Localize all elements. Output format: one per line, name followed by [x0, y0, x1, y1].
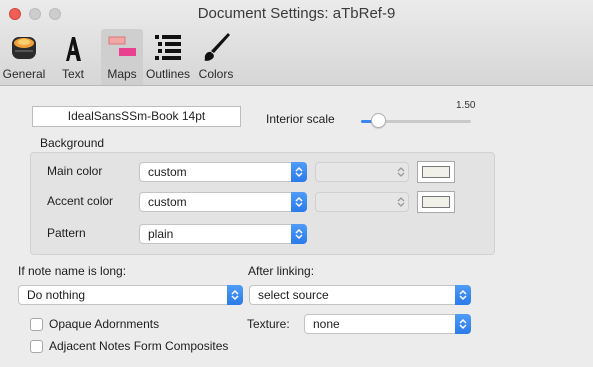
opaque-adornments-checkbox[interactable] — [30, 318, 43, 331]
accent-color-swatch[interactable] — [417, 191, 455, 213]
map-font-button[interactable]: IdealSansSSm-Book 14pt — [32, 106, 241, 127]
chevron-updown-icon — [227, 285, 243, 305]
chevron-updown-icon — [455, 314, 471, 334]
long-name-popup-value: Do nothing — [27, 288, 86, 302]
outlines-icon — [155, 35, 181, 60]
long-name-popup[interactable]: Do nothing — [18, 285, 243, 305]
colors-icon — [204, 33, 230, 61]
interior-scale-value: 1.50 — [456, 100, 476, 111]
chevron-updown-icon — [291, 224, 307, 244]
accent-color-label: Accent color — [47, 194, 114, 208]
adjacent-notes-label: Adjacent Notes Form Composites — [49, 339, 229, 353]
texture-popup[interactable]: none — [304, 314, 471, 334]
tab-maps[interactable]: Maps — [101, 29, 143, 85]
tab-text[interactable]: Text — [46, 29, 100, 85]
tab-outlines[interactable]: Outlines — [144, 29, 192, 85]
title-bar: Document Settings: aTbRef-9 General Text… — [0, 0, 593, 86]
window-title: Document Settings: aTbRef-9 — [197, 5, 396, 22]
pattern-label: Pattern — [47, 226, 86, 240]
interior-scale-label: Interior scale — [266, 112, 335, 126]
after-linking-label: After linking: — [248, 264, 315, 278]
tab-maps-label: Maps — [107, 67, 137, 81]
texture-popup-value: none — [313, 317, 340, 331]
tab-colors-label: Colors — [198, 67, 234, 81]
chevron-updown-icon — [455, 285, 471, 305]
accent-color-secondary-popup — [315, 192, 409, 212]
tab-colors[interactable]: Colors — [194, 29, 238, 85]
texture-label: Texture: — [247, 317, 290, 331]
tab-text-label: Text — [61, 67, 84, 81]
main-color-label: Main color — [47, 164, 103, 178]
accent-color-popup-value: custom — [148, 195, 187, 209]
opaque-adornments-label: Opaque Adornments — [49, 317, 160, 331]
chevron-updown-icon — [393, 162, 409, 182]
after-linking-popup[interactable]: select source — [249, 285, 471, 305]
chevron-updown-icon — [393, 192, 409, 212]
interior-scale-knob[interactable] — [370, 113, 386, 128]
main-color-secondary-popup — [315, 162, 409, 182]
accent-color-popup[interactable]: custom — [139, 192, 307, 212]
main-color-popup[interactable]: custom — [139, 162, 307, 182]
chevron-updown-icon — [291, 162, 307, 182]
long-name-label: If note name is long: — [18, 264, 127, 278]
after-linking-popup-value: select source — [258, 288, 329, 302]
main-color-swatch[interactable] — [417, 161, 455, 183]
text-icon — [66, 37, 81, 61]
tab-outlines-label: Outlines — [145, 67, 191, 81]
adjacent-notes-checkbox[interactable] — [30, 340, 43, 353]
tab-general[interactable]: General — [2, 29, 46, 85]
pattern-popup-value: plain — [148, 227, 174, 241]
tab-general-label: General — [2, 67, 46, 81]
pattern-popup[interactable]: plain — [139, 224, 307, 244]
maps-settings-panel: IdealSansSSm-Book 14pt Interior scale 1.… — [18, 96, 575, 366]
background-group-label: Background — [40, 136, 105, 150]
chevron-updown-icon — [291, 192, 307, 212]
main-color-popup-value: custom — [148, 165, 187, 179]
maps-icon — [108, 36, 136, 56]
general-icon — [12, 37, 36, 59]
background-group: Main color custom Accent color custom Pa… — [30, 152, 495, 255]
